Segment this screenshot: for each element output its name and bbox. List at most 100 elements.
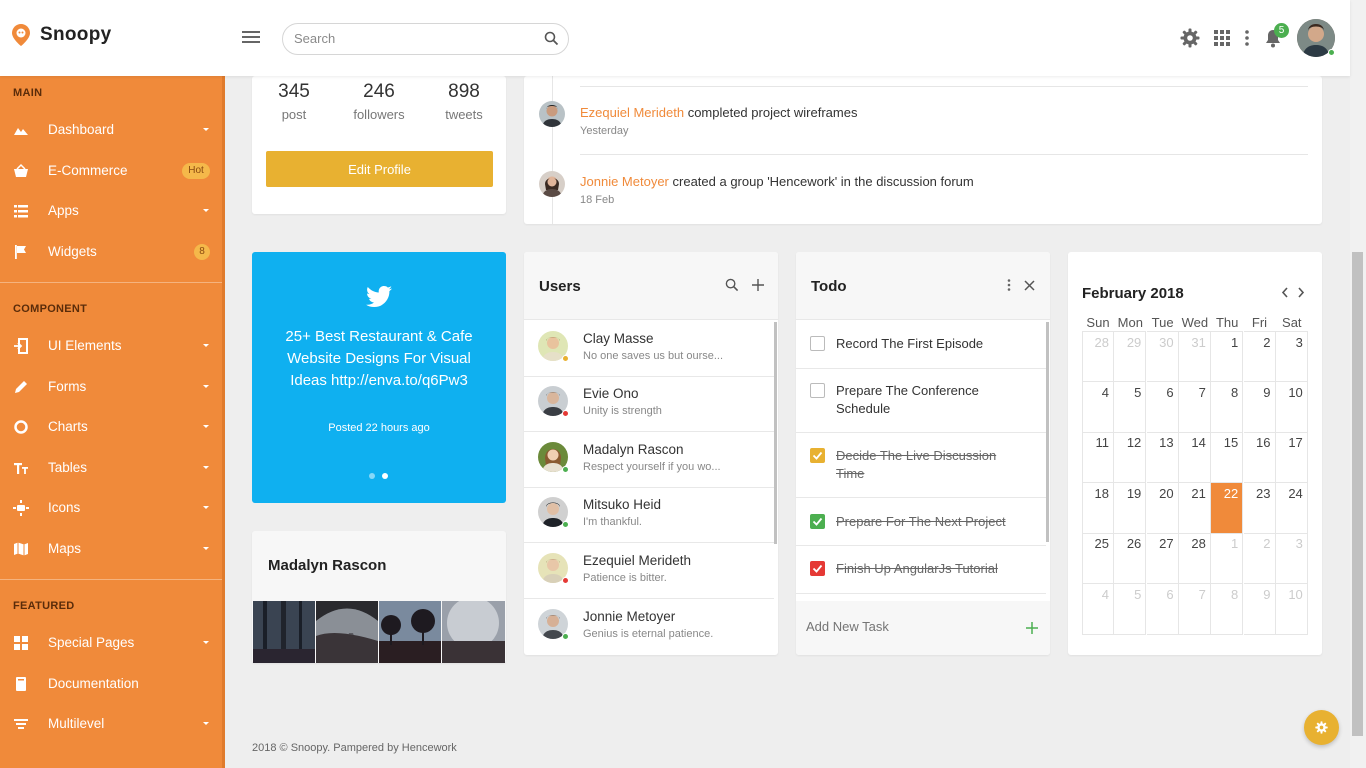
- todo-item[interactable]: Finish Up AngularJs Tutorial: [796, 546, 1046, 594]
- calendar-day[interactable]: 11: [1082, 432, 1114, 483]
- calendar-day[interactable]: 16: [1243, 432, 1276, 483]
- todo-item[interactable]: Prepare The Conference Schedule: [796, 369, 1046, 433]
- settings-gear-icon[interactable]: [1180, 28, 1200, 48]
- calendar-day[interactable]: 26: [1114, 533, 1147, 584]
- calendar-day[interactable]: 18: [1082, 482, 1114, 534]
- fog-photo[interactable]: [442, 601, 505, 663]
- calendar-day[interactable]: 10: [1275, 583, 1308, 635]
- calendar-day[interactable]: 6: [1146, 583, 1179, 635]
- calendar-day[interactable]: 19: [1114, 482, 1147, 534]
- calendar-day[interactable]: 13: [1146, 432, 1179, 483]
- calendar-day[interactable]: 14: [1178, 432, 1211, 483]
- calendar-day[interactable]: 4: [1082, 583, 1114, 635]
- user-list-item[interactable]: Mitsuko Heid I'm thankful.: [524, 487, 774, 543]
- todo-scrollbar[interactable]: [1046, 322, 1049, 542]
- calendar-day[interactable]: 10: [1275, 381, 1308, 433]
- trees-photo[interactable]: [379, 601, 441, 663]
- page-scrollbar-thumb[interactable]: [1352, 252, 1363, 736]
- sidebar-item-icons[interactable]: Icons: [0, 490, 222, 526]
- calendar-day[interactable]: 28: [1178, 533, 1211, 584]
- calendar-day[interactable]: 4: [1082, 381, 1114, 433]
- calendar-day[interactable]: 28: [1082, 331, 1114, 382]
- todo-checkbox-checked[interactable]: [810, 561, 825, 576]
- calendar-day[interactable]: 6: [1146, 381, 1179, 433]
- calendar-day[interactable]: 7: [1178, 381, 1211, 433]
- activity-user-link[interactable]: Ezequiel Merideth: [580, 105, 684, 120]
- calendar-day[interactable]: 20: [1146, 482, 1179, 534]
- sidebar-item-ecommerce[interactable]: E-Commerce Hot: [0, 153, 222, 189]
- close-icon[interactable]: [1024, 280, 1035, 291]
- calendar-day[interactable]: 2: [1243, 331, 1276, 382]
- calendar-day[interactable]: 17: [1275, 432, 1308, 483]
- chevron-left-icon[interactable]: [1281, 287, 1289, 298]
- calendar-day[interactable]: 9: [1243, 381, 1276, 433]
- calendar-day[interactable]: 27: [1146, 533, 1179, 584]
- add-task-input[interactable]: [806, 619, 1006, 634]
- more-vertical-icon[interactable]: [1007, 279, 1011, 291]
- brand[interactable]: Snoopy: [12, 24, 111, 46]
- todo-checkbox-checked[interactable]: [810, 448, 825, 463]
- sidebar-item-forms[interactable]: Forms: [0, 369, 222, 405]
- calendar-day[interactable]: 3: [1275, 533, 1308, 584]
- sidebar-item-special-pages[interactable]: Special Pages: [0, 625, 222, 661]
- divider: [580, 86, 1308, 87]
- sidebar-item-ui-elements[interactable]: UI Elements: [0, 328, 222, 364]
- calendar-day[interactable]: 8: [1211, 381, 1244, 433]
- calendar-day[interactable]: 31: [1178, 331, 1211, 382]
- activity-user-link[interactable]: Jonnie Metoyer: [580, 174, 669, 189]
- todo-checkbox-checked[interactable]: [810, 514, 825, 529]
- calendar-day[interactable]: 29: [1114, 331, 1147, 382]
- sidebar-item-dashboard[interactable]: Dashboard: [0, 112, 222, 148]
- todo-item[interactable]: Prepare For The Next Project: [796, 498, 1046, 546]
- sidebar-item-widgets[interactable]: Widgets 8: [0, 234, 222, 270]
- calendar-day[interactable]: 23: [1243, 482, 1276, 534]
- calendar-day[interactable]: 1: [1211, 533, 1244, 584]
- calendar-day[interactable]: 9: [1243, 583, 1276, 635]
- todo-item[interactable]: Decide The Live Discussion Time: [796, 433, 1046, 498]
- calendar-day[interactable]: 12: [1114, 432, 1147, 483]
- sidebar-item-maps[interactable]: Maps: [0, 531, 222, 567]
- user-list-item[interactable]: Jonnie Metoyer Genius is eternal patienc…: [524, 599, 774, 655]
- calendar-day[interactable]: 21: [1178, 482, 1211, 534]
- users-scrollbar[interactable]: [774, 322, 777, 544]
- user-list-item[interactable]: Evie Ono Unity is strength: [524, 376, 774, 432]
- settings-fab[interactable]: [1304, 710, 1339, 745]
- calendar-day[interactable]: 8: [1211, 583, 1244, 635]
- chevron-right-icon[interactable]: [1297, 287, 1305, 298]
- calendar-day[interactable]: 5: [1114, 381, 1147, 433]
- search-input[interactable]: [294, 31, 534, 46]
- calendar-day[interactable]: 5: [1114, 583, 1147, 635]
- user-list-item[interactable]: Ezequiel Merideth Patience is bitter.: [524, 543, 774, 599]
- calendar-day[interactable]: 2: [1243, 533, 1276, 584]
- add-icon[interactable]: [752, 279, 764, 291]
- todo-item[interactable]: Record The First Episode: [796, 321, 1046, 369]
- sidebar-item-apps[interactable]: Apps: [0, 193, 222, 229]
- calendar-day[interactable]: 3: [1275, 331, 1308, 382]
- sidebar-item-multilevel[interactable]: Multilevel: [0, 706, 222, 742]
- calendar-day[interactable]: 25: [1082, 533, 1114, 584]
- search-icon[interactable]: [725, 278, 739, 292]
- sidebar-item-charts[interactable]: Charts: [0, 409, 222, 445]
- more-vertical-icon[interactable]: [1244, 30, 1250, 46]
- calendar-day[interactable]: 7: [1178, 583, 1211, 635]
- sidebar-item-tables[interactable]: Tables: [0, 450, 222, 486]
- calendar-day[interactable]: 1: [1211, 331, 1244, 382]
- edit-profile-button[interactable]: Edit Profile: [266, 151, 493, 187]
- search-icon[interactable]: [544, 31, 559, 46]
- todo-checkbox[interactable]: [810, 336, 825, 351]
- calendar-day-today[interactable]: 22: [1211, 482, 1244, 534]
- todo-checkbox[interactable]: [810, 383, 825, 398]
- calendar-day[interactable]: 24: [1275, 482, 1308, 534]
- user-list-item[interactable]: Clay Masse No one saves us but ourse...: [524, 321, 774, 377]
- sidebar-item-documentation[interactable]: Documentation: [0, 666, 222, 702]
- road-photo[interactable]: [316, 601, 378, 663]
- carousel-dot-active[interactable]: [382, 473, 388, 479]
- user-list-item[interactable]: Madalyn Rascon Respect yourself if you w…: [524, 432, 774, 488]
- calendar-day[interactable]: 30: [1146, 331, 1179, 382]
- calendar-day[interactable]: 15: [1211, 432, 1244, 483]
- apps-grid-icon[interactable]: [1214, 30, 1230, 46]
- carousel-dot[interactable]: [369, 473, 375, 479]
- forest-photo[interactable]: [253, 601, 315, 663]
- menu-toggle-icon[interactable]: [242, 31, 260, 45]
- add-task-icon[interactable]: [1026, 622, 1038, 634]
